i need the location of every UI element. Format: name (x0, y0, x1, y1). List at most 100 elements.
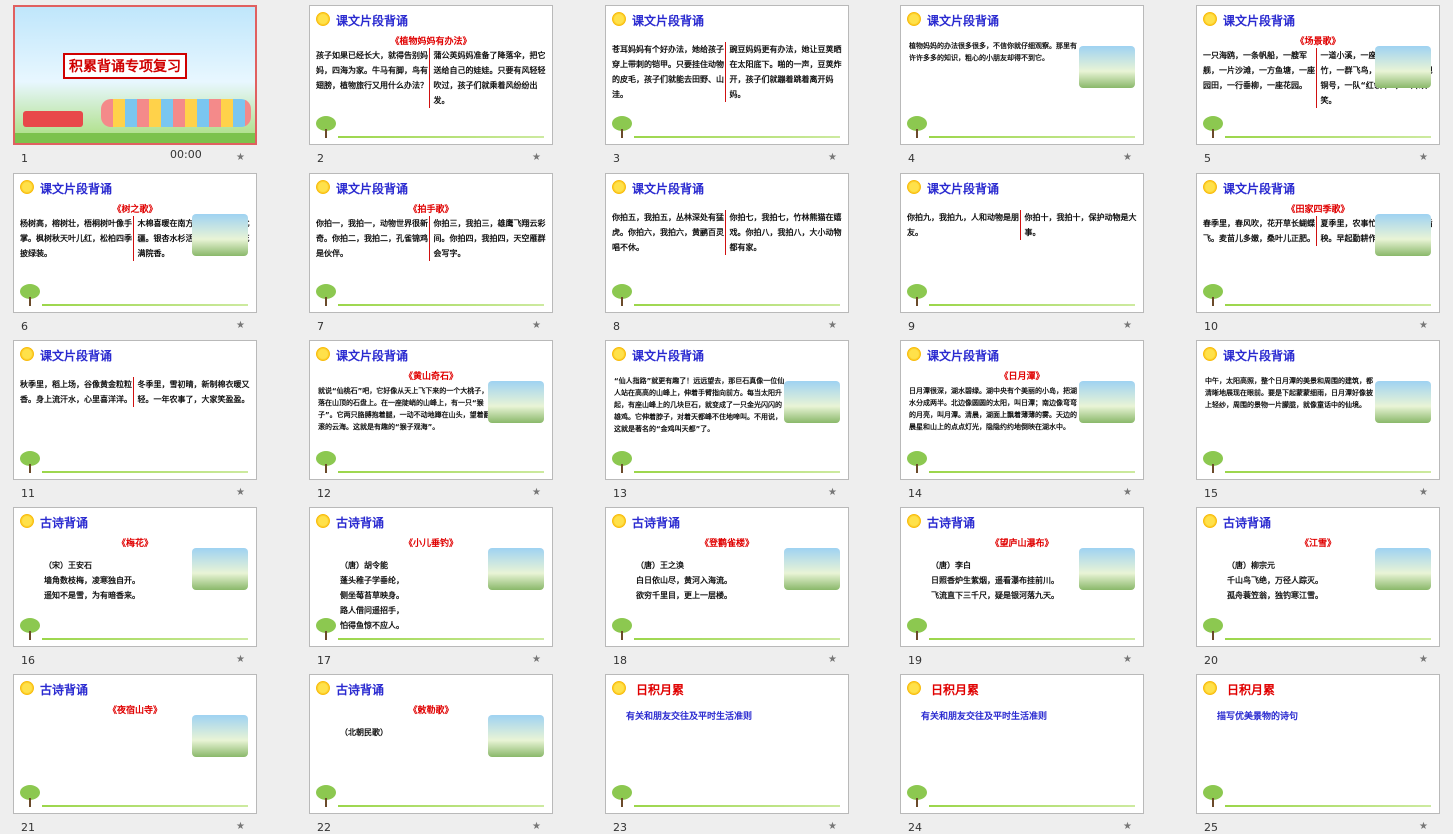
slide-title: 古诗背诵 (40, 683, 89, 697)
tree-icon (612, 284, 632, 306)
slide-thumbnail-24[interactable]: 日积月累 有关和朋友交往及平时生活准则 (900, 674, 1144, 814)
text-column: 孩子如果已经长大，就得告别妈妈，四海为家。牛马有脚，鸟有翅膀，植物旅行又用什么办… (316, 51, 428, 90)
slide-thumbnail-6[interactable]: 课文片段背诵 《树之歌》 杨树高，榕树壮，梧桐树叶像手掌。枫树秋天叶儿红，松柏四季披… (13, 173, 257, 313)
green-baseline (338, 805, 544, 807)
slide-body-text: 植物妈妈的办法很多很多，不信你就仔细观察。那里有许许多多的知识，粗心的小朋友却得… (909, 42, 1077, 62)
animation-star-icon[interactable]: ★ (1123, 152, 1132, 163)
animation-star-icon[interactable]: ★ (532, 487, 541, 498)
animation-star-icon[interactable]: ★ (236, 152, 245, 163)
sun-icon (612, 681, 626, 695)
slide-thumbnail-8[interactable]: 课文片段背诵 你拍五，我拍五，丛林深处有猛虎。你拍六，我拍六，黄鹂百灵唱不休。 你拍… (605, 173, 849, 313)
tree-trunk (29, 798, 31, 807)
slide-thumbnail-22[interactable]: 古诗背诵 《敕勒歌》 （北朝民歌） (309, 674, 553, 814)
slide-title: 课文片段背诵 (927, 14, 1000, 28)
tree-trunk (325, 798, 327, 807)
green-baseline (42, 471, 248, 473)
slide-number: 21 (21, 821, 35, 834)
animation-star-icon[interactable]: ★ (1419, 152, 1428, 163)
animation-star-icon[interactable]: ★ (828, 821, 837, 832)
cover-title: 积累背诵专项复习 (63, 53, 187, 79)
slide-thumbnail-14[interactable]: 课文片段背诵 《日月潭》 日月潭很深，湖水碧绿。湖中央有个美丽的小岛，把湖水分成两半… (900, 340, 1144, 480)
slide-title: 日积月累 (636, 683, 685, 697)
grass-strip (15, 133, 255, 143)
slide-picture (1079, 381, 1135, 423)
animation-star-icon[interactable]: ★ (236, 821, 245, 832)
children-illustration (101, 99, 251, 127)
slide-thumbnail-18[interactable]: 古诗背诵 《登鹳雀楼》 （唐）王之涣 白日依山尽，黄河入海流。 欲穷千里目，更上一层楼。 (605, 507, 849, 647)
animation-star-icon[interactable]: ★ (828, 152, 837, 163)
slide-thumbnail-15[interactable]: 课文片段背诵 中午，太阳高照，整个日月潭的美景和周围的建筑，都清晰地展现在眼前。要… (1196, 340, 1440, 480)
slide-number: 25 (1204, 821, 1218, 834)
slide-picture (488, 715, 544, 757)
animation-star-icon[interactable]: ★ (1123, 654, 1132, 665)
slide-thumbnail-4[interactable]: 课文片段背诵植物妈妈的办法很多很多，不信你就仔细观察。那里有许许多多的知识，粗心… (900, 5, 1144, 145)
animation-star-icon[interactable]: ★ (532, 654, 541, 665)
slide-subtitle: 有关和朋友交往及平时生活准则 (626, 712, 753, 722)
slide-title: 课文片段背诵 (1223, 349, 1296, 363)
text-column: 你拍九，我拍九，人和动物是朋友。 (907, 213, 1019, 237)
slide-number: 10 (1204, 320, 1218, 333)
tree-icon (20, 451, 40, 473)
slide-picture (1375, 548, 1431, 590)
animation-star-icon[interactable]: ★ (1123, 821, 1132, 832)
slide-number: 7 (317, 320, 324, 333)
slide-thumbnail-16[interactable]: 古诗背诵 《梅花》 （宋）王安石 墙角数枝梅，凌寒独自开。 遥知不是雪，为有暗香来。 (13, 507, 257, 647)
green-baseline (634, 471, 840, 473)
slide-number: 23 (613, 821, 627, 834)
animation-star-icon[interactable]: ★ (1419, 821, 1428, 832)
green-baseline (338, 471, 544, 473)
sun-icon (1203, 180, 1217, 194)
slide-thumbnail-3[interactable]: 课文片段背诵 苍耳妈妈有个好办法，她给孩子穿上带刺的铠甲。只要挂住动物的皮毛，孩子… (605, 5, 849, 145)
slide-thumbnail-23[interactable]: 日积月累有关和朋友交往及平时生活准则 (605, 674, 849, 814)
animation-star-icon[interactable]: ★ (236, 320, 245, 331)
animation-star-icon[interactable]: ★ (828, 487, 837, 498)
animation-star-icon[interactable]: ★ (1123, 320, 1132, 331)
slide-thumbnail-11[interactable]: 课文片段背诵 秋季里，稻上场，谷像黄金粒粒香。身上流汗水，心里喜洋洋。 冬季里，雪初… (13, 340, 257, 480)
green-baseline (338, 638, 544, 640)
animation-star-icon[interactable]: ★ (1419, 654, 1428, 665)
slide-number: 12 (317, 487, 331, 500)
slide-thumbnail-21[interactable]: 古诗背诵 《夜宿山寺》 (13, 674, 257, 814)
slide-thumbnail-12[interactable]: 课文片段背诵 《黄山奇石》 就说“仙桃石”吧，它好像从天上飞下来的一个大桃子，落在山… (309, 340, 553, 480)
slide-thumbnail-5[interactable]: 课文片段背诵 《场景歌》 一只海鸥，一条帆船，一艘军舰，一片沙滩，一方鱼塘，一座园田… (1196, 5, 1440, 145)
animation-star-icon[interactable]: ★ (828, 654, 837, 665)
animation-star-icon[interactable]: ★ (1123, 487, 1132, 498)
poem-line: 遥知不是雪，为有暗香来。 (44, 591, 140, 600)
slide-number: 19 (908, 654, 922, 667)
animation-star-icon[interactable]: ★ (1419, 487, 1428, 498)
sun-icon (20, 514, 34, 528)
sun-icon (20, 681, 34, 695)
slide-thumbnail-7[interactable]: 课文片段背诵 《拍手歌》 你拍一，我拍一，动物世界很新奇。你拍二，我拍二，孔雀锦鸡是… (309, 173, 553, 313)
slide-body-text: “仙人指路”就更有趣了！远远望去，那巨石真像一位仙人站在高高的山峰上，伸着手臂指… (614, 377, 785, 433)
slide-thumbnail-2[interactable]: 课文片段背诵 《植物妈妈有办法》 孩子如果已经长大，就得告别妈妈，四海为家。牛马有脚… (309, 5, 553, 145)
slide-thumbnail-13[interactable]: 课文片段背诵 “仙人指路”就更有趣了！远远望去，那巨石真像一位仙人站在高高的山峰上… (605, 340, 849, 480)
text-columns: 孩子如果已经长大，就得告别妈妈，四海为家。牛马有脚，鸟有翅膀，植物旅行又用什么办… (316, 48, 546, 108)
slide-thumbnail-19[interactable]: 古诗背诵 《望庐山瀑布》 （唐）李白 日照香炉生紫烟，遥看瀑布挂前川。 飞流直下三千尺，… (900, 507, 1144, 647)
tree-icon (907, 284, 927, 306)
slide-thumbnail-1[interactable]: 积累背诵专项复习 (13, 5, 257, 145)
slide-thumbnail-17[interactable]: 古诗背诵 《小儿垂钓》 （唐）胡令能 蓬头稚子学垂纶， 侧坐莓苔草映身。 路人借问遥招手，… (309, 507, 553, 647)
animation-star-icon[interactable]: ★ (532, 320, 541, 331)
tree-icon (907, 618, 927, 640)
animation-star-icon[interactable]: ★ (532, 152, 541, 163)
animation-star-icon[interactable]: ★ (828, 320, 837, 331)
animation-star-icon[interactable]: ★ (532, 821, 541, 832)
tree-trunk (916, 129, 918, 138)
tree-icon (612, 451, 632, 473)
tree-icon (316, 451, 336, 473)
sun-icon (316, 347, 330, 361)
animation-star-icon[interactable]: ★ (1419, 320, 1428, 331)
slide-thumbnail-25[interactable]: 日积月累 描写优美景物的诗句 (1196, 674, 1440, 814)
tree-icon (612, 116, 632, 138)
tree-trunk (916, 798, 918, 807)
slide-thumbnail-20[interactable]: 古诗背诵 《江雪》 （唐）柳宗元 千山鸟飞绝，万径人踪灭。 孤舟蓑笠翁，独钓寒江雪。 (1196, 507, 1440, 647)
slide-title: 日积月累 (931, 683, 980, 697)
animation-star-icon[interactable]: ★ (236, 487, 245, 498)
green-baseline (42, 638, 248, 640)
animation-star-icon[interactable]: ★ (236, 654, 245, 665)
slide-title: 课文片段背诵 (1223, 182, 1296, 196)
slide-number: 6 (21, 320, 28, 333)
slide-thumbnail-9[interactable]: 课文片段背诵 你拍九，我拍九，人和动物是朋友。 你拍十，我拍十，保护动物是大事。 (900, 173, 1144, 313)
slide-number: 14 (908, 487, 922, 500)
slide-thumbnail-10[interactable]: 课文片段背诵 《田家四季歌》 春季里，春风吹，花开草长蝴蝶飞。麦苗儿多嫩，桑叶儿正肥… (1196, 173, 1440, 313)
